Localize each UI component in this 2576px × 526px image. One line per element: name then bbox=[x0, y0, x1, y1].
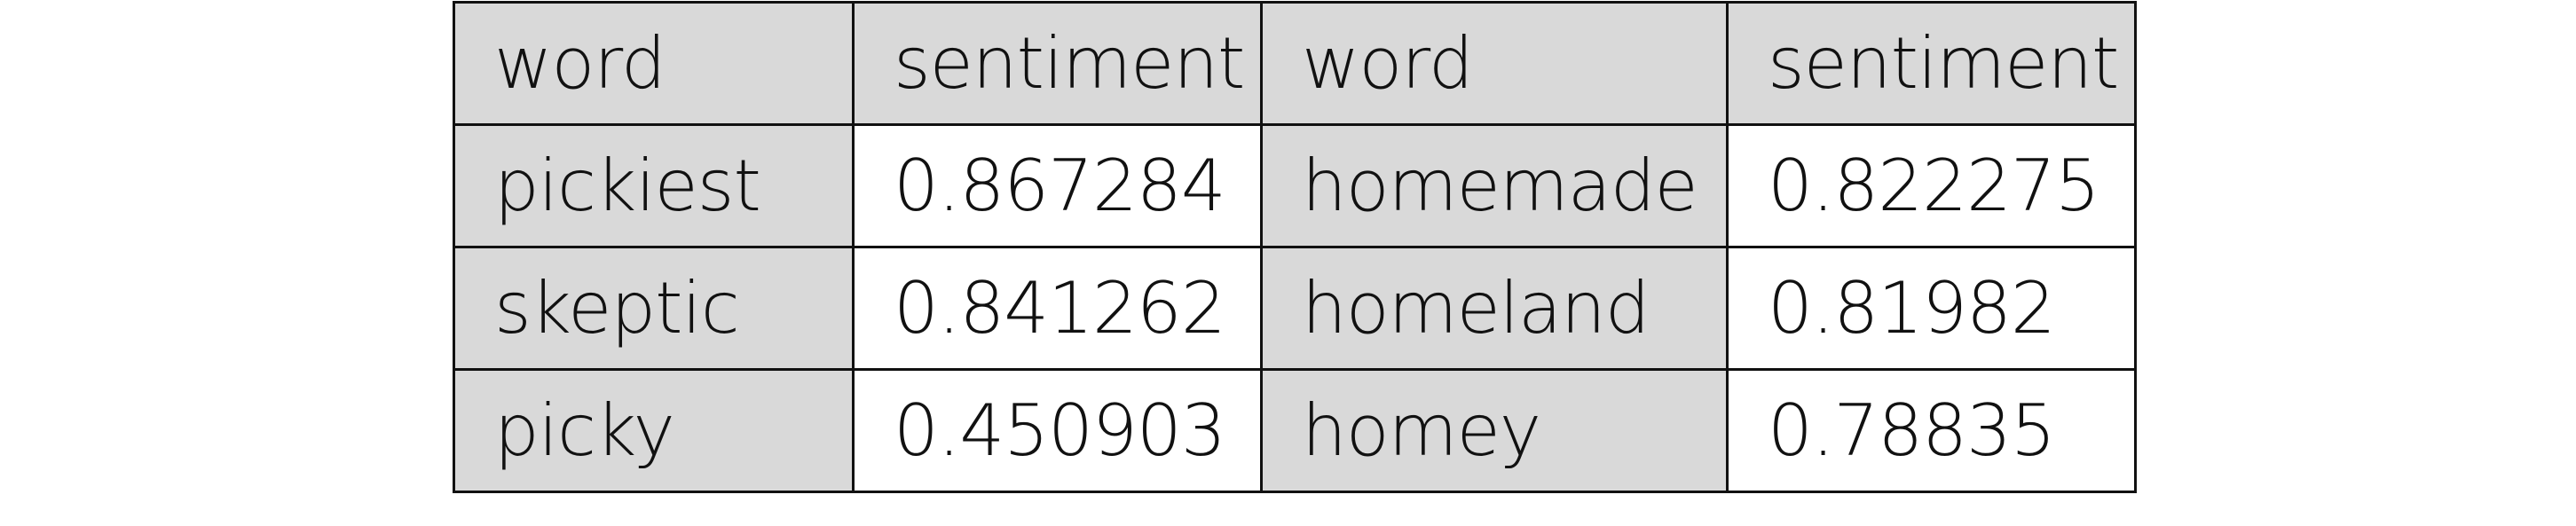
sentiment-table: word sentiment word sentiment pickiest 0… bbox=[453, 1, 2137, 493]
sentiment-value-cell: 0.867284 bbox=[852, 123, 1263, 248]
table-row: pickiest 0.867284 homemade 0.822275 bbox=[453, 123, 2137, 248]
header-sentiment-2: sentiment bbox=[1726, 1, 2137, 126]
word-cell: homeland bbox=[1260, 246, 1729, 371]
table-row: skeptic 0.841262 homeland 0.81982 bbox=[453, 246, 2137, 371]
word-cell: pickiest bbox=[453, 123, 855, 248]
sentiment-value-cell: 0.822275 bbox=[1726, 123, 2137, 248]
sentiment-value-cell: 0.78835 bbox=[1726, 368, 2137, 493]
table-row: picky 0.450903 homey 0.78835 bbox=[453, 368, 2137, 493]
word-cell: skeptic bbox=[453, 246, 855, 371]
sentiment-value-cell: 0.81982 bbox=[1726, 246, 2137, 371]
word-cell: homey bbox=[1260, 368, 1729, 493]
word-cell: picky bbox=[453, 368, 855, 493]
header-word-1: word bbox=[453, 1, 855, 126]
table-header-row: word sentiment word sentiment bbox=[453, 1, 2137, 126]
header-sentiment-1: sentiment bbox=[852, 1, 1263, 126]
sentiment-value-cell: 0.841262 bbox=[852, 246, 1263, 371]
header-word-2: word bbox=[1260, 1, 1729, 126]
word-cell: homemade bbox=[1260, 123, 1729, 248]
sentiment-value-cell: 0.450903 bbox=[852, 368, 1263, 493]
